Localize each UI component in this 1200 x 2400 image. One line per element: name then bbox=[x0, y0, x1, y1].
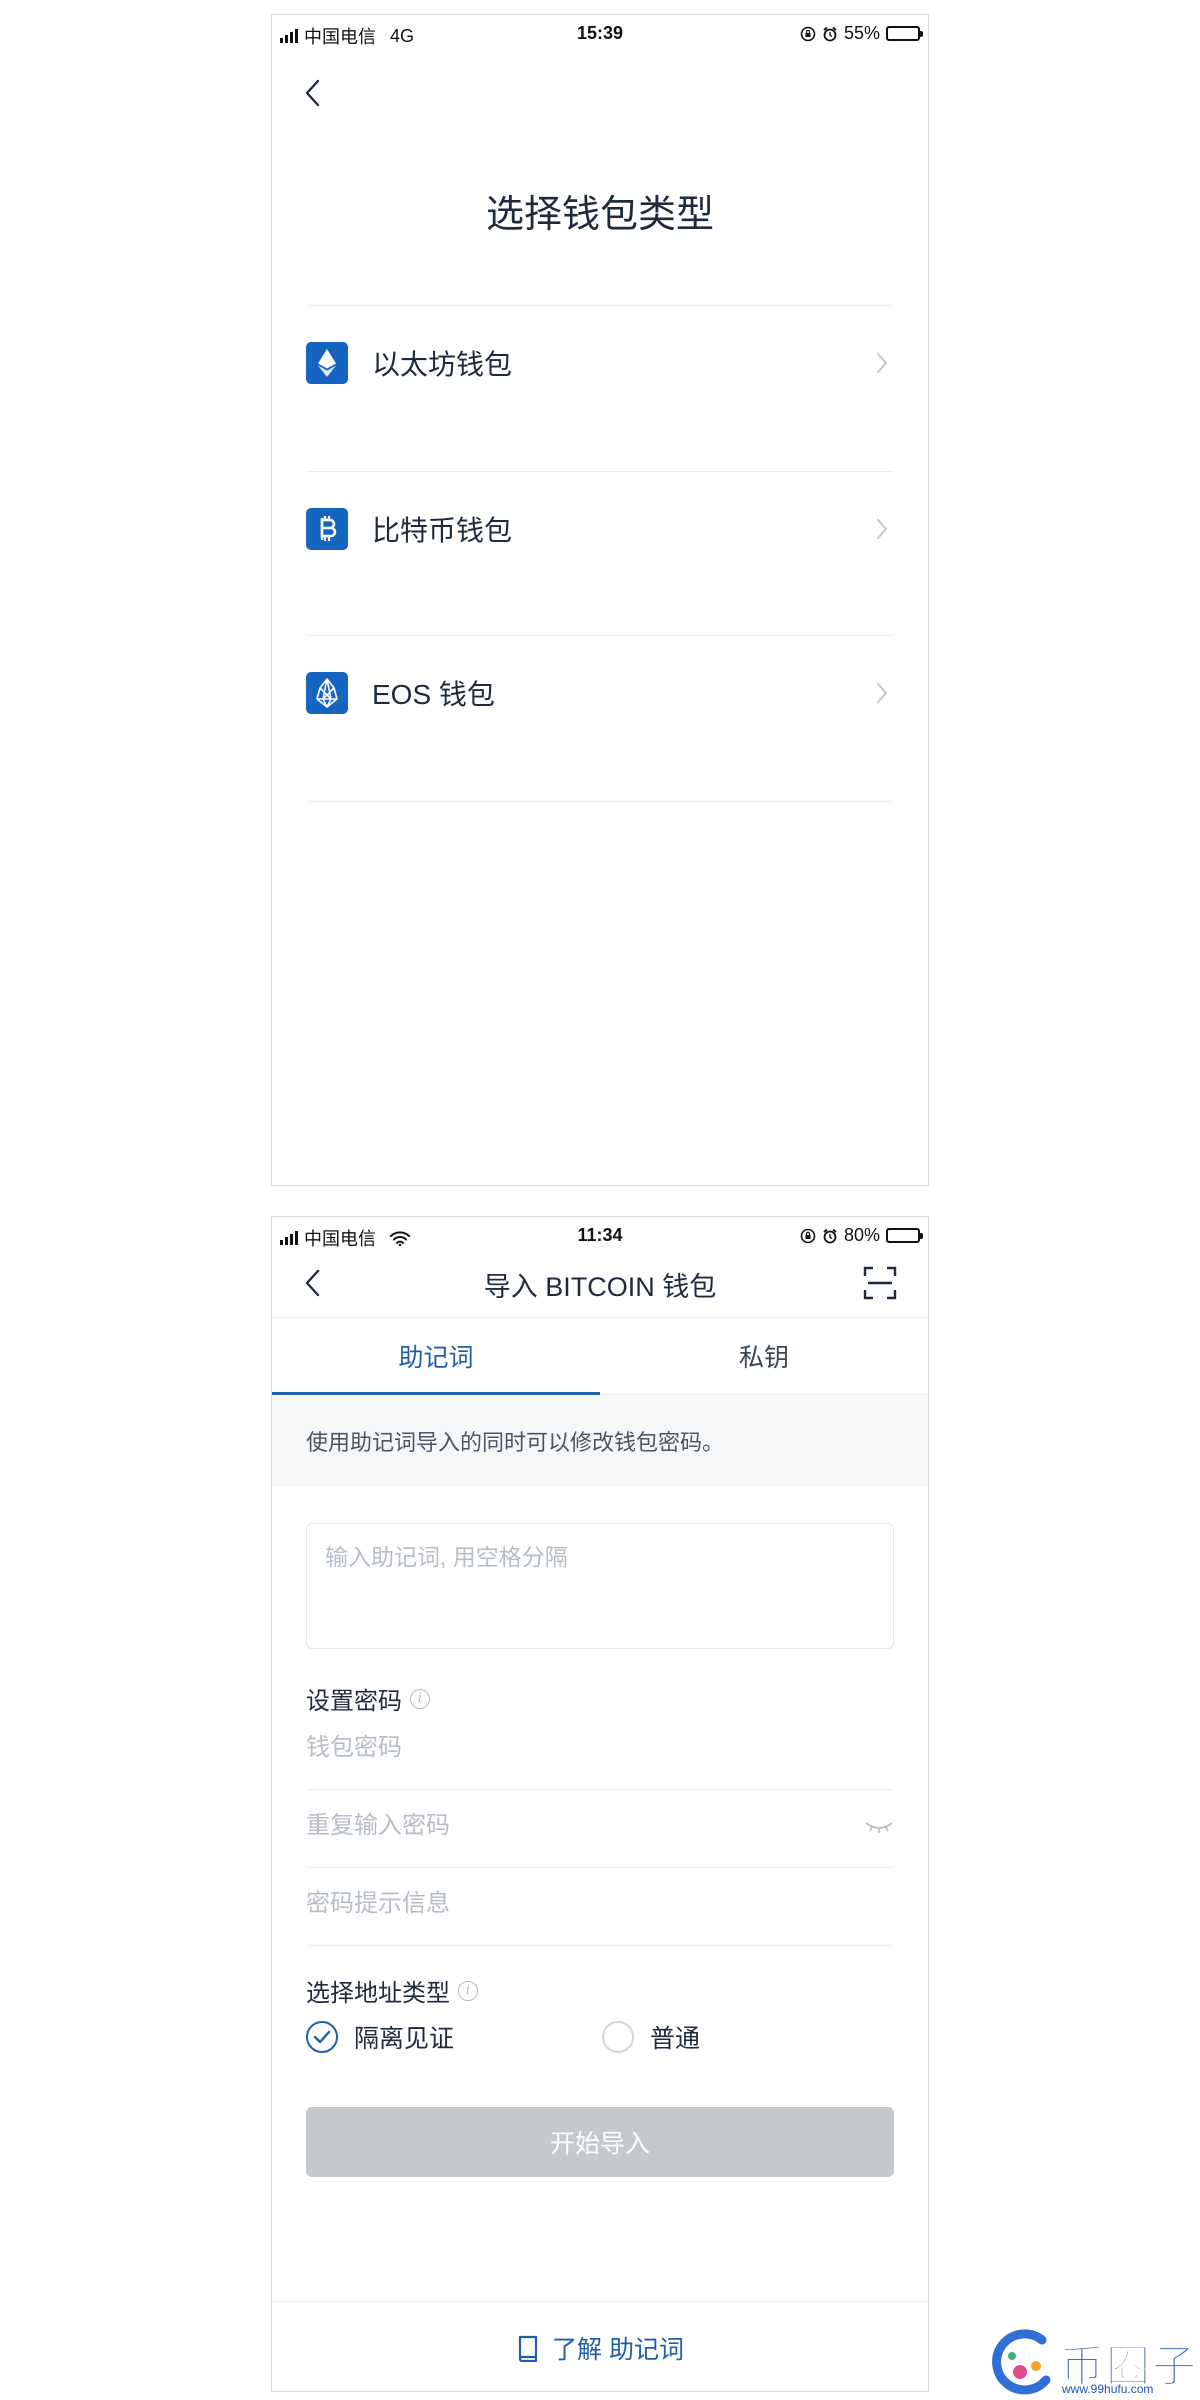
mnemonic-input[interactable] bbox=[306, 1523, 894, 1649]
scan-icon[interactable] bbox=[862, 1265, 898, 1301]
alarm-icon bbox=[823, 26, 837, 41]
address-type-options: 隔离见证 普通 bbox=[306, 2019, 894, 2059]
divider bbox=[306, 471, 894, 472]
tab-mnemonic[interactable]: 助记词 bbox=[272, 1318, 600, 1395]
chevron-left-icon bbox=[305, 79, 320, 107]
password-hint-field[interactable] bbox=[306, 1879, 894, 1929]
chevron-right-icon bbox=[870, 681, 894, 705]
back-button[interactable] bbox=[292, 73, 332, 113]
repeat-password-field[interactable] bbox=[306, 1801, 894, 1851]
wallet-option-ethereum[interactable]: 以太坊钱包 bbox=[306, 307, 894, 419]
chevron-right-icon bbox=[870, 351, 894, 375]
address-type-text: 选择地址类型 bbox=[306, 1980, 450, 2007]
set-password-text: 设置密码 bbox=[306, 1688, 402, 1715]
page-title: 选择钱包类型 bbox=[485, 194, 714, 236]
wallet-option-eos[interactable]: EOS 钱包 bbox=[306, 637, 894, 749]
password-field[interactable] bbox=[306, 1723, 894, 1773]
watermark-url: www.99hufu.com bbox=[1062, 2382, 1154, 2396]
wallet-type-screen: 中国电信 4G 15:39 55% 选择钱包类型 以太坊钱包 比特币钱包 EOS… bbox=[271, 14, 929, 1186]
divider bbox=[306, 1867, 894, 1868]
divider bbox=[306, 635, 894, 636]
tab-private-key[interactable]: 私钥 bbox=[600, 1318, 928, 1394]
logo-icon bbox=[992, 2329, 1051, 2395]
import-wallet-screen: 中国电信 11:34 80% 导入 BITCOIN 钱包 助记词 私钥 使用助记… bbox=[271, 1216, 929, 2392]
import-notice: 使用助记词导入的同时可以修改钱包密码。 bbox=[272, 1395, 928, 1487]
import-tabs: 助记词 私钥 bbox=[272, 1317, 928, 1395]
watermark-logo: 币圈子 www.99hufu.com bbox=[990, 2326, 1200, 2400]
battery-icon bbox=[886, 1228, 923, 1243]
battery-icon bbox=[886, 26, 923, 41]
status-bar: 中国电信 4G 15:39 55% bbox=[272, 15, 928, 51]
orientation-lock-icon bbox=[800, 26, 816, 41]
wallet-option-bitcoin[interactable]: 比特币钱包 bbox=[306, 473, 894, 585]
address-type-label: 选择地址类型 i bbox=[306, 1973, 478, 2008]
set-password-label: 设置密码 i bbox=[306, 1681, 430, 1716]
alarm-icon bbox=[823, 1228, 837, 1243]
chevron-right-icon bbox=[870, 517, 894, 541]
eye-closed-icon[interactable] bbox=[864, 1817, 894, 1837]
info-icon[interactable]: i bbox=[410, 1688, 430, 1709]
info-icon[interactable]: i bbox=[458, 1980, 478, 2001]
learn-mnemonic-text: 了解 助记词 bbox=[552, 2336, 684, 2364]
address-type-segwit-label: 隔离见证 bbox=[354, 2025, 455, 2053]
eos-icon bbox=[306, 672, 348, 714]
divider bbox=[306, 801, 894, 802]
divider bbox=[306, 305, 894, 306]
checked-circle-icon bbox=[306, 2021, 338, 2053]
wallet-option-label: 比特币钱包 bbox=[372, 515, 513, 546]
page-title: 导入 BITCOIN 钱包 bbox=[483, 1272, 717, 1302]
unchecked-circle-icon bbox=[602, 2021, 634, 2053]
divider bbox=[306, 1945, 894, 1946]
learn-mnemonic-link[interactable]: 了解 助记词 bbox=[272, 2301, 928, 2391]
start-import-button[interactable]: 开始导入 bbox=[306, 2107, 894, 2177]
address-type-segwit[interactable]: 隔离见证 bbox=[306, 2019, 454, 2055]
book-icon bbox=[518, 2335, 538, 2362]
address-type-normal-label: 普通 bbox=[650, 2025, 701, 2053]
battery-percent: 80% bbox=[843, 1225, 880, 1245]
battery-percent: 55% bbox=[843, 23, 880, 43]
status-bar: 中国电信 11:34 80% bbox=[272, 1217, 928, 1253]
orientation-lock-icon bbox=[800, 1228, 816, 1243]
bitcoin-icon bbox=[306, 508, 348, 550]
ethereum-icon bbox=[306, 342, 348, 384]
address-type-normal[interactable]: 普通 bbox=[602, 2019, 700, 2055]
wallet-option-label: EOS 钱包 bbox=[372, 679, 495, 710]
wallet-option-label: 以太坊钱包 bbox=[372, 349, 513, 380]
divider bbox=[306, 1789, 894, 1790]
